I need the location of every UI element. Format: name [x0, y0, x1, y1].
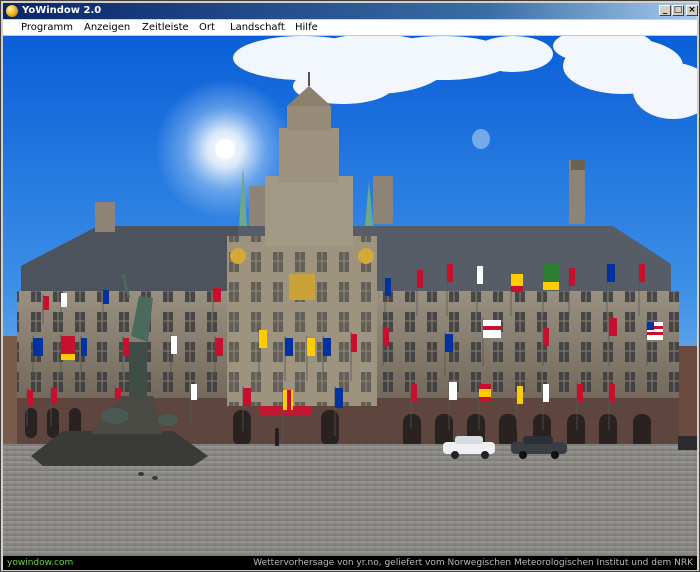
menu-landschaft[interactable]: Landschaft: [230, 21, 285, 35]
close-button[interactable]: ×: [686, 5, 698, 16]
minimize-button[interactable]: _: [659, 5, 671, 16]
window-title: YoWindow 2.0: [22, 5, 102, 16]
landscape-view: [3, 36, 697, 556]
menu-programm[interactable]: Programm: [21, 21, 73, 35]
app-window: YoWindow 2.0 _ □ × Programm Anzeigen Zei…: [0, 0, 700, 572]
status-bar: yowindow.com Wettervorhersage von yr.no,…: [3, 556, 697, 570]
menu-ort[interactable]: Ort: [199, 21, 215, 35]
menu-bar: Programm Anzeigen Zeitleiste Ort Landsch…: [3, 20, 697, 36]
forecast-credit[interactable]: Wettervorhersage von yr.no, geliefert vo…: [253, 556, 693, 570]
sun: [215, 139, 235, 159]
title-bar[interactable]: YoWindow 2.0 _ □ ×: [3, 3, 698, 19]
menu-zeitleiste[interactable]: Zeitleiste: [142, 21, 189, 35]
menu-anzeigen[interactable]: Anzeigen: [84, 21, 130, 35]
moon: [472, 129, 490, 149]
weather-scene[interactable]: [3, 36, 697, 556]
website-link[interactable]: yowindow.com: [7, 556, 73, 570]
maximize-button[interactable]: □: [672, 5, 684, 16]
menu-hilfe[interactable]: Hilfe: [295, 21, 318, 35]
sun-icon: [6, 5, 18, 17]
